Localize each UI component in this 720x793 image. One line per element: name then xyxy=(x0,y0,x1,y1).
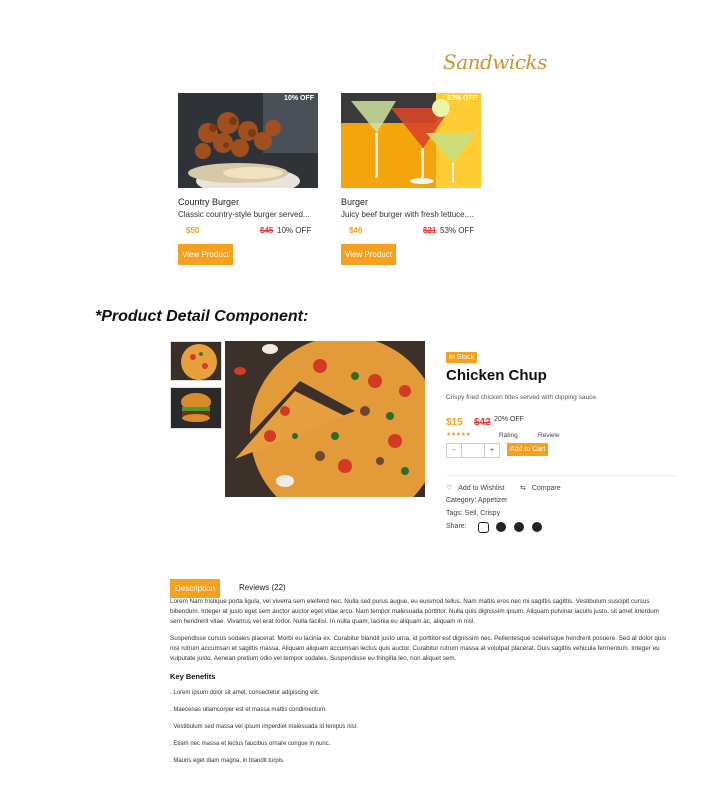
product-main-image[interactable] xyxy=(225,341,425,497)
benefit-item: . Mauris eget diam magna, in blandit tur… xyxy=(170,758,285,764)
product-old-price: $42 xyxy=(474,417,491,428)
product-description: Crispy fried chicken bites served with c… xyxy=(446,394,598,401)
product-card: 53% OFF Burger Juicy beef burger with fr… xyxy=(341,93,481,265)
view-product-button[interactable]: View Product xyxy=(341,244,396,265)
thumbnail-pizza[interactable] xyxy=(170,341,222,381)
product-title: Chicken Chup xyxy=(446,367,547,384)
product-category: Category: Appetizer xyxy=(446,497,508,504)
product-price: $50 xyxy=(186,226,200,235)
tab-description[interactable]: Description xyxy=(170,579,221,598)
benefit-item: . Vestibulum sed massa vel ipsum imperdi… xyxy=(170,724,358,730)
product-tags: Tags: Sell, Crispy xyxy=(446,510,501,517)
product-price: $15 xyxy=(446,417,463,428)
quantity-stepper: - + xyxy=(446,443,500,458)
product-old-price: $21 xyxy=(423,226,437,235)
heart-icon: ♡ xyxy=(446,485,453,492)
divider xyxy=(446,475,676,476)
rating-label[interactable]: Rating xyxy=(499,432,518,439)
review-label[interactable]: Review xyxy=(538,432,559,439)
add-to-cart-button[interactable]: Add to Cart xyxy=(507,443,549,456)
tab-reviews[interactable]: Reviews (22) xyxy=(239,583,286,592)
benefit-item: . Maecenas ullamcorper est et massa matt… xyxy=(170,707,327,713)
benefit-item: . Etiam nec massa et lectus faucibus orn… xyxy=(170,741,331,747)
compare-link[interactable]: ⇆ Compare xyxy=(520,484,561,492)
product-discount: 20% OFF xyxy=(494,416,524,423)
product-name[interactable]: Burger xyxy=(341,197,481,207)
product-old-price: $45 xyxy=(260,226,274,235)
wishlist-label: Add to Wishlist xyxy=(458,485,505,492)
thumbnail-burger[interactable] xyxy=(170,387,222,429)
product-card: 10% OFF Country Burger Classic country-s… xyxy=(178,93,318,265)
share-label: Share: xyxy=(446,523,467,530)
wishlist-link[interactable]: ♡ Add to Wishlist xyxy=(446,484,505,492)
product-image[interactable]: 10% OFF xyxy=(178,93,318,188)
view-product-button[interactable]: View Product xyxy=(178,244,233,265)
instagram-icon[interactable] xyxy=(478,522,489,533)
product-discount: 53% OFF xyxy=(440,226,475,235)
product-description: Classic country-style burger served... xyxy=(178,210,310,219)
compare-label: Compare xyxy=(531,485,561,492)
rating-stars: ★★★★★ xyxy=(446,432,471,438)
category-title: Sandwicks xyxy=(443,50,547,74)
compare-icon: ⇆ xyxy=(520,485,526,492)
product-discount: 10% OFF xyxy=(277,226,312,235)
description-paragraph: Lorem Nam tristique porta ligula, vel vi… xyxy=(170,598,659,625)
quantity-plus-button[interactable]: + xyxy=(484,444,499,457)
benefit-item: . Lorem ipsum dolor sit amet, consectetu… xyxy=(170,690,320,696)
product-price: $46 xyxy=(349,226,363,235)
facebook-icon[interactable] xyxy=(514,522,524,532)
quantity-input[interactable] xyxy=(462,444,484,457)
quantity-minus-button[interactable]: - xyxy=(447,444,462,457)
discount-badge: 10% OFF xyxy=(284,95,314,102)
key-benefits-heading: Key Benefits xyxy=(170,672,216,681)
product-image[interactable]: 53% OFF xyxy=(341,93,481,188)
description-paragraph: Suspendisse cursus sodales placerat. Mor… xyxy=(170,635,666,662)
twitter-icon[interactable] xyxy=(496,522,506,532)
discount-badge: 53% OFF xyxy=(447,95,477,102)
section-heading: *Product Detail Component: xyxy=(95,308,309,325)
stock-badge: In Stock xyxy=(446,352,478,363)
product-description: Juicy beef burger with fresh lettuce,... xyxy=(341,210,474,219)
pinterest-icon[interactable] xyxy=(532,522,542,532)
product-name[interactable]: Country Burger xyxy=(178,197,318,207)
